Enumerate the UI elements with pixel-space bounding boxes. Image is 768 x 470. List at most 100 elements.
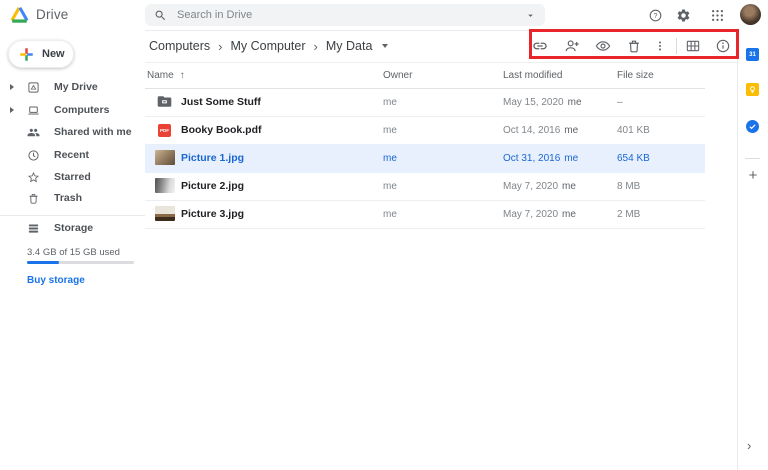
new-button-label: New (42, 48, 65, 60)
google-drive-window: Drive ? (0, 0, 768, 470)
file-name: Picture 3.jpg (181, 208, 245, 220)
search-input[interactable] (175, 8, 525, 22)
new-button[interactable]: New (8, 40, 74, 68)
computer-folder-icon (157, 95, 172, 108)
file-size: 2 MB (617, 208, 641, 220)
file-owner: me (383, 152, 397, 164)
sidebar-item-starred[interactable]: Starred (0, 166, 145, 188)
breadcrumb-item-my-computer[interactable]: My Computer (230, 39, 305, 53)
preview-eye-icon[interactable] (595, 38, 611, 54)
storage-label: Storage (54, 222, 94, 234)
file-modified-by: me (567, 96, 582, 108)
breadcrumb: Computers › My Computer › My Data (149, 30, 389, 62)
tasks-icon[interactable] (746, 120, 759, 133)
sidebar-item-shared-with-me[interactable]: Shared with me (0, 121, 145, 143)
top-app-bar: Drive ? (0, 0, 768, 31)
file-size: 401 KB (617, 124, 650, 136)
sidebar-item-label: My Drive (54, 81, 98, 93)
file-name: Picture 2.jpg (181, 180, 245, 192)
sidebar-item-label: Computers (54, 104, 110, 116)
file-size: 8 MB (617, 180, 641, 192)
settings-gear-icon[interactable] (676, 8, 691, 23)
column-header-last-modified[interactable]: Last modified (503, 62, 562, 88)
storage-icon (27, 222, 40, 235)
search-options-caret-icon[interactable] (525, 10, 536, 21)
sidebar-item-label: Starred (54, 171, 91, 183)
search-icon (154, 9, 167, 22)
sidebar-item-label: Recent (54, 149, 90, 161)
buy-storage-link[interactable]: Buy storage (27, 275, 85, 286)
expand-arrow-icon[interactable] (10, 84, 14, 90)
file-name: Booky Book.pdf (181, 124, 262, 136)
pdf-file-icon: PDF (158, 124, 171, 137)
view-details-info-icon[interactable] (715, 38, 731, 54)
sidebar-item-recent[interactable]: Recent (0, 144, 145, 166)
column-header-name[interactable]: Name ↑ (147, 62, 185, 88)
sidebar-divider (0, 215, 145, 216)
my-drive-icon (27, 81, 40, 94)
column-header-owner[interactable]: Owner (383, 62, 412, 88)
table-row-picture-1-selected[interactable]: Picture 1.jpg me Oct 31, 2016 me 654 KB (145, 144, 705, 173)
table-row-booky-book-pdf[interactable]: PDF Booky Book.pdf me Oct 14, 2016 me 40… (145, 116, 705, 145)
delete-trash-icon[interactable] (626, 38, 642, 54)
workspace-side-panel: 31 + › (737, 30, 768, 470)
side-panel-divider (745, 158, 760, 159)
left-sidebar: New My Drive Computers Shared with me Re… (0, 30, 145, 470)
file-modified-by: me (564, 124, 579, 136)
file-name: Just Some Stuff (181, 96, 261, 108)
image-thumbnail (155, 150, 175, 165)
drive-logo-icon (10, 6, 29, 23)
get-link-icon[interactable] (532, 38, 548, 54)
toolbar-divider (676, 38, 677, 54)
grid-view-icon[interactable] (685, 38, 701, 54)
multicolor-plus-icon (19, 47, 34, 62)
file-name: Picture 1.jpg (181, 152, 245, 164)
storage-progress-bar (27, 261, 134, 264)
get-add-ons-plus-icon[interactable]: + (745, 168, 761, 184)
file-table-header: Name ↑ Owner Last modified File size (145, 62, 705, 89)
collapse-panel-chevron-icon[interactable]: › (747, 438, 751, 453)
star-icon (27, 171, 40, 184)
sidebar-item-computers[interactable]: Computers (0, 99, 145, 121)
svg-text:?: ? (654, 13, 658, 20)
table-row-picture-2[interactable]: Picture 2.jpg me May 7, 2020 me 8 MB (145, 172, 705, 201)
add-collaborator-icon[interactable] (564, 38, 580, 54)
sidebar-item-storage[interactable]: Storage (0, 217, 145, 239)
calendar-icon[interactable]: 31 (746, 48, 759, 61)
google-apps-grid-icon[interactable] (710, 8, 725, 23)
sidebar-item-label: Shared with me (54, 126, 132, 138)
storage-progress-fill (27, 261, 60, 264)
breadcrumb-separator-icon: › (313, 38, 318, 54)
file-owner: me (383, 180, 397, 192)
more-actions-icon[interactable] (654, 38, 666, 54)
drive-logo[interactable]: Drive (10, 6, 69, 23)
file-modified-date: May 7, 2020 (503, 180, 559, 192)
folder-menu-caret-icon[interactable] (382, 44, 389, 48)
sidebar-item-label: Trash (54, 192, 83, 204)
app-name: Drive (36, 7, 69, 22)
breadcrumb-toolbar-row: Computers › My Computer › My Data (145, 30, 737, 63)
help-icon[interactable]: ? (648, 8, 663, 23)
file-owner: me (383, 96, 397, 108)
sidebar-item-my-drive[interactable]: My Drive (0, 76, 145, 98)
breadcrumb-item-my-data[interactable]: My Data (326, 39, 373, 53)
file-modified-by: me (562, 180, 576, 192)
sidebar-item-trash[interactable]: Trash (0, 187, 145, 209)
sort-ascending-icon[interactable]: ↑ (180, 70, 185, 81)
column-header-file-size[interactable]: File size (617, 62, 654, 88)
trash-icon (27, 192, 40, 205)
file-modified-date: May 7, 2020 (503, 208, 559, 220)
file-modified-by: me (562, 208, 576, 220)
table-row-just-some-stuff[interactable]: Just Some Stuff me May 15, 2020 me – (145, 88, 705, 117)
keep-icon[interactable] (746, 83, 759, 96)
breadcrumb-item-computers[interactable]: Computers (149, 39, 210, 53)
account-avatar[interactable] (740, 4, 761, 25)
expand-arrow-icon[interactable] (10, 107, 14, 113)
file-size: – (617, 96, 623, 108)
computers-icon (27, 104, 40, 117)
image-thumbnail (155, 206, 175, 221)
search-bar[interactable] (145, 4, 545, 26)
table-row-picture-3[interactable]: Picture 3.jpg me May 7, 2020 me 2 MB (145, 200, 705, 229)
file-modified-date: Oct 14, 2016 (503, 124, 561, 136)
recent-clock-icon (27, 149, 40, 162)
